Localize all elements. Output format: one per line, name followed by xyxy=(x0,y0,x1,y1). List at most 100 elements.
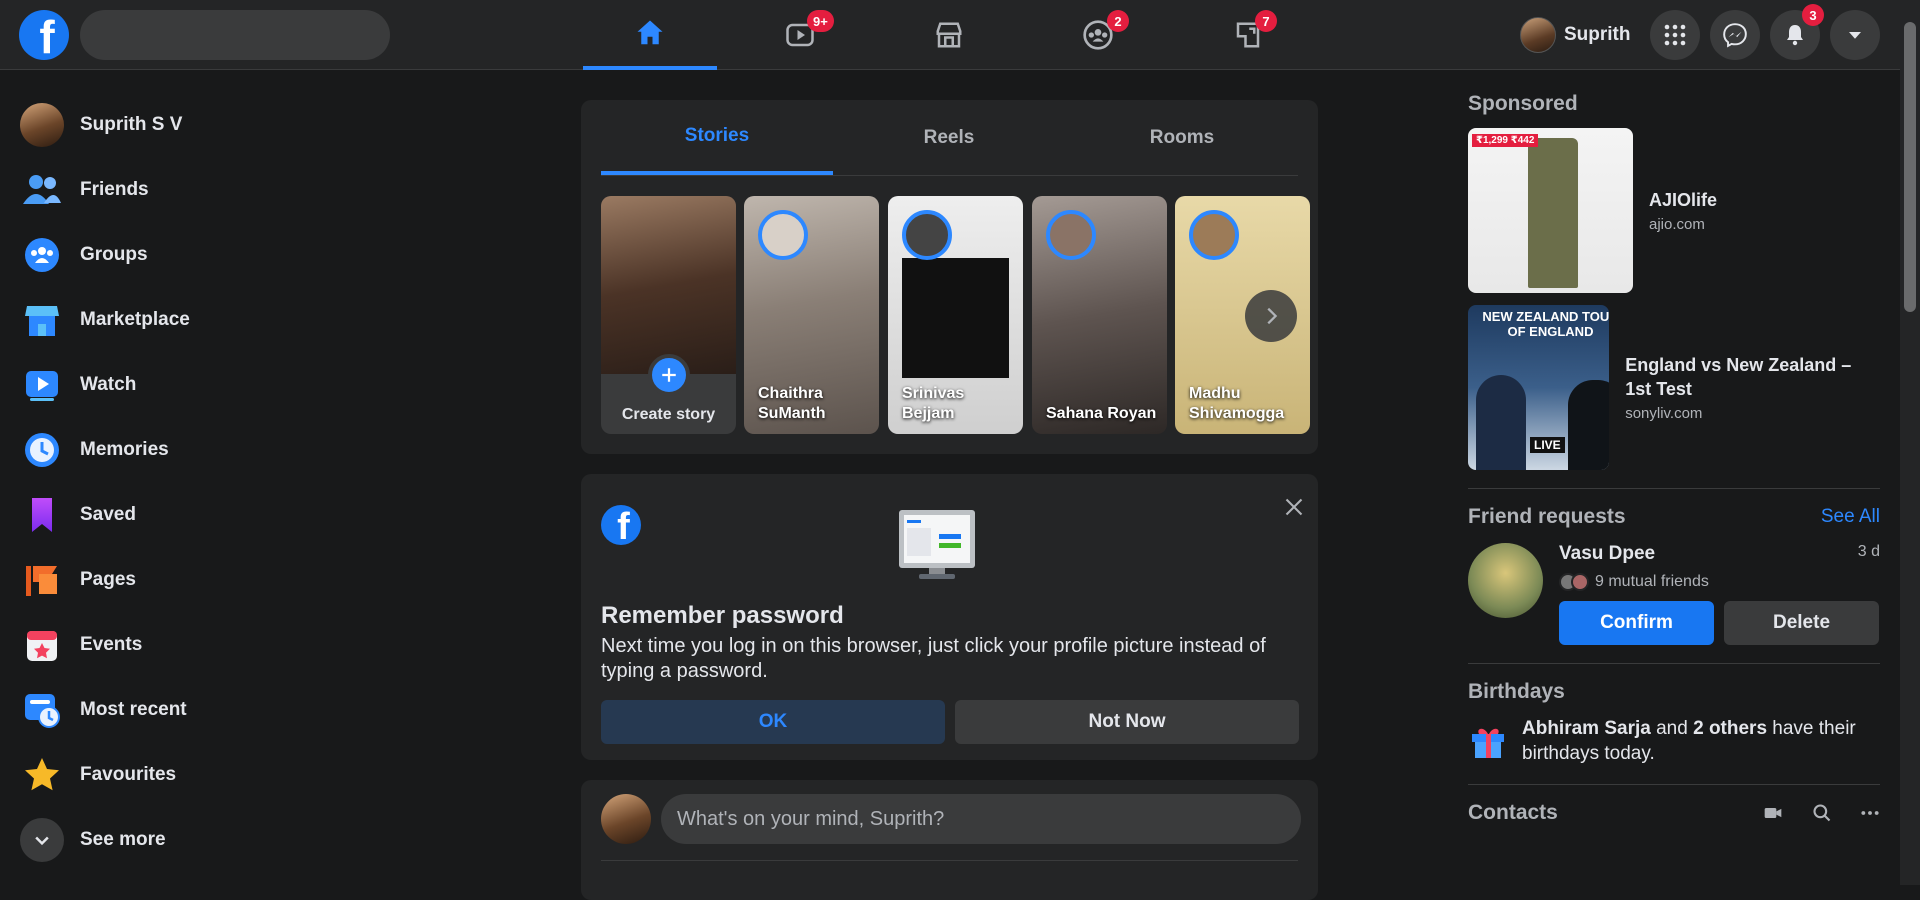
menu-button[interactable] xyxy=(1650,10,1700,60)
avatar xyxy=(1189,210,1239,260)
tab-rooms[interactable]: Rooms xyxy=(1066,100,1298,175)
sidebar-item-most-recent[interactable]: Most recent xyxy=(8,677,368,742)
nav-tab-home[interactable] xyxy=(583,0,717,70)
nav-tab-watch[interactable]: 9+ xyxy=(733,0,867,70)
confirm-button[interactable]: Confirm xyxy=(1559,601,1714,645)
mutual-friends: 9 mutual friends xyxy=(1595,573,1709,590)
story-card[interactable]: Sahana Royan xyxy=(1032,196,1167,434)
video-call-icon[interactable] xyxy=(1762,803,1784,823)
sponsored-ad[interactable]: NEW ZEALAND TOUR OF ENGLAND LIVE England … xyxy=(1468,305,1880,470)
ad-image: NEW ZEALAND TOUR OF ENGLAND LIVE xyxy=(1468,305,1610,470)
ad-banner-text: NEW ZEALAND TOUR OF ENGLAND xyxy=(1482,309,1610,339)
chevron-right-icon xyxy=(1267,307,1278,325)
sidebar-item-see-more[interactable]: See more xyxy=(8,807,368,872)
not-now-button[interactable]: Not Now xyxy=(955,700,1299,744)
story-card[interactable]: Chaithra SuManth xyxy=(744,196,879,434)
notifications-badge: 3 xyxy=(1802,4,1824,26)
sidebar-item-label: Pages xyxy=(80,568,136,590)
story-card[interactable]: Srinivas Bejjam xyxy=(888,196,1023,434)
contacts-heading: Contacts xyxy=(1468,801,1558,824)
grid-menu-icon xyxy=(1664,24,1686,46)
sidebar-item-label: Memories xyxy=(80,438,169,460)
profile-chip[interactable]: Suprith xyxy=(1515,12,1643,58)
search-input[interactable] xyxy=(80,10,390,60)
price-tag: ₹1,299 ₹442 xyxy=(1472,134,1539,147)
saved-icon xyxy=(32,497,52,532)
create-story-photo xyxy=(601,196,736,374)
remember-password-text: Next time you log in on this browser, ju… xyxy=(601,635,1266,682)
sidebar-item-marketplace[interactable]: Marketplace xyxy=(8,287,368,352)
ok-button[interactable]: OK xyxy=(601,700,945,744)
more-options-icon[interactable] xyxy=(1860,803,1880,823)
birthday-name[interactable]: Abhiram Sarja xyxy=(1522,718,1651,739)
sidebar-item-label: Friends xyxy=(80,178,149,200)
caret-down-icon xyxy=(1849,32,1861,39)
requester-name[interactable]: Vasu Dpee xyxy=(1559,543,1655,565)
see-all-link[interactable]: See All xyxy=(1821,506,1880,528)
sidebar-item-watch[interactable]: Watch xyxy=(8,352,368,417)
ad-title: England vs New Zealand – 1st Test xyxy=(1625,355,1852,399)
sponsored-ad[interactable]: ₹1,299 ₹442 AJIOlife ajio.com xyxy=(1468,128,1880,293)
birthday-others[interactable]: 2 others xyxy=(1693,718,1767,739)
divider xyxy=(1468,488,1880,489)
sidebar-item-favourites[interactable]: Favourites xyxy=(8,742,368,807)
messenger-button[interactable] xyxy=(1710,10,1760,60)
divider xyxy=(601,175,1298,176)
add-story-button[interactable] xyxy=(648,354,690,396)
stories-next-button[interactable] xyxy=(1245,290,1297,342)
sidebar-item-memories[interactable]: Memories xyxy=(8,417,368,482)
nav-tab-groups[interactable]: 2 xyxy=(1031,0,1165,70)
search-icon[interactable] xyxy=(1812,803,1832,823)
sidebar-item-groups[interactable]: Groups xyxy=(8,222,368,287)
sidebar-item-profile[interactable]: Suprith S V xyxy=(8,92,368,157)
sidebar-item-pages[interactable]: Pages xyxy=(8,547,368,612)
facebook-logo[interactable]: f xyxy=(19,10,69,60)
plus-icon xyxy=(662,368,676,382)
sidebar-item-label: Saved xyxy=(80,503,136,525)
avatar xyxy=(20,102,64,147)
friend-requests-heading: Friend requests xyxy=(1468,505,1626,528)
groups-badge: 2 xyxy=(1107,10,1129,32)
contacts-actions xyxy=(1762,803,1880,823)
ad-image: ₹1,299 ₹442 xyxy=(1468,128,1633,293)
bell-icon xyxy=(1787,25,1803,46)
remember-password-card: f Remember password Next time you log in… xyxy=(581,474,1318,760)
right-sidebar: Sponsored ₹1,299 ₹442 AJIOlife ajio.com … xyxy=(1468,92,1880,825)
monitor-illustration-icon xyxy=(899,510,975,579)
notifications-button[interactable]: 3 xyxy=(1770,4,1824,60)
trousers-image xyxy=(1528,138,1578,288)
create-story-label: Create story xyxy=(621,406,716,423)
top-navigation-bar: f 9+ 2 7 Suprith 3 xyxy=(0,0,1900,70)
create-story-card[interactable]: Create story xyxy=(601,196,736,434)
sidebar-item-events[interactable]: Events xyxy=(8,612,368,677)
live-label: LIVE xyxy=(1530,437,1565,453)
tab-reels[interactable]: Reels xyxy=(833,100,1065,175)
most-recent-icon xyxy=(25,693,60,728)
watch-icon xyxy=(26,370,58,401)
nav-tab-gaming[interactable]: 7 xyxy=(1181,0,1315,70)
post-composer xyxy=(581,780,1318,900)
birthday-notice[interactable]: Abhiram Sarja and 2 others have their bi… xyxy=(1468,716,1880,766)
sidebar-item-label: See more xyxy=(80,828,166,850)
story-author: Srinivas Bejjam xyxy=(902,385,965,422)
scrollbar-thumb[interactable] xyxy=(1904,22,1916,312)
account-menu-button[interactable] xyxy=(1830,10,1880,60)
close-button[interactable] xyxy=(1281,494,1307,520)
pages-icon xyxy=(26,565,57,596)
avatar xyxy=(758,210,808,260)
delete-button[interactable]: Delete xyxy=(1724,601,1879,645)
story-author: Chaithra SuManth xyxy=(758,385,826,422)
sidebar-item-saved[interactable]: Saved xyxy=(8,482,368,547)
avatar[interactable] xyxy=(1468,543,1543,618)
divider xyxy=(1468,663,1880,664)
stories-card: Stories Reels Rooms Create story Chaithr… xyxy=(581,100,1318,454)
tab-stories[interactable]: Stories xyxy=(601,100,833,175)
remember-password-title: Remember password xyxy=(601,602,844,629)
ad-domain: ajio.com xyxy=(1649,216,1705,233)
nav-tab-marketplace[interactable] xyxy=(882,0,1016,70)
friend-request: Vasu Dpee 3 d 9 mutual friends Confirm D… xyxy=(1468,543,1880,645)
profile-name: Suprith xyxy=(1564,24,1631,45)
sidebar-item-friends[interactable]: Friends xyxy=(8,157,368,222)
events-icon xyxy=(27,630,57,661)
composer-input[interactable] xyxy=(661,794,1301,844)
